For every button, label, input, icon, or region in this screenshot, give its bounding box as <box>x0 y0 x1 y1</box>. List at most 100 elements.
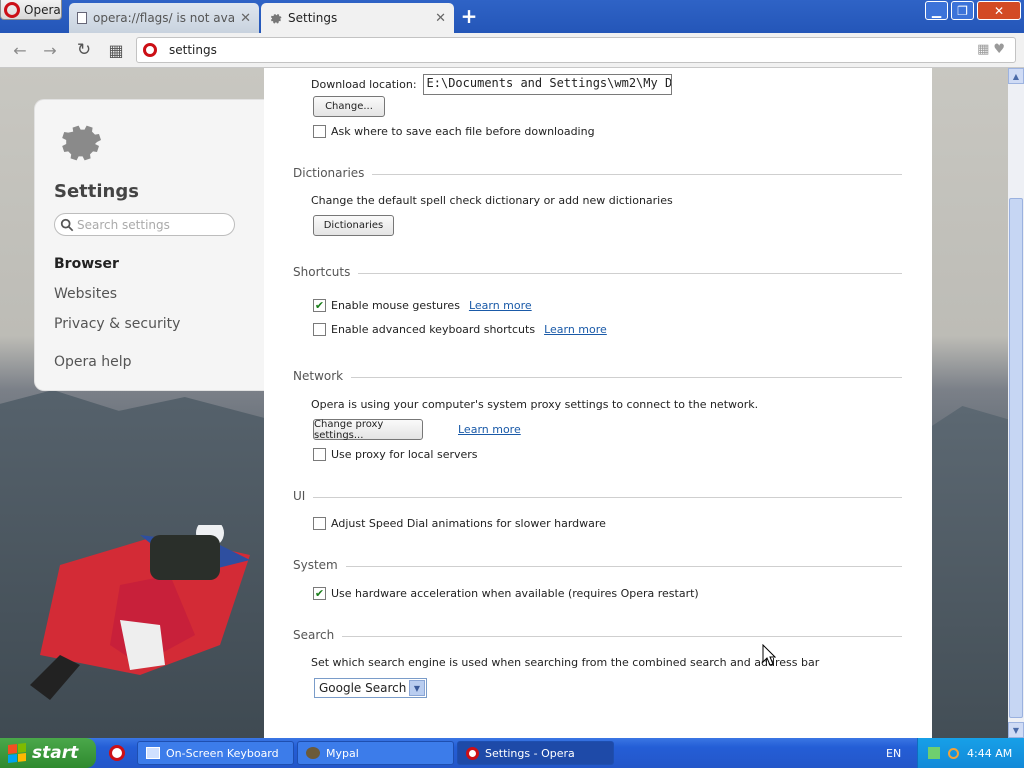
quicklaunch-opera-icon[interactable] <box>109 745 125 761</box>
section-title-system: System <box>293 558 346 572</box>
window-close-button[interactable]: ✕ <box>977 1 1021 20</box>
dictionaries-button[interactable]: Dictionaries <box>313 215 394 236</box>
speed-dial-anim-label: Adjust Speed Dial animations for slower … <box>331 517 606 530</box>
keyboard-shortcuts-label: Enable advanced keyboard shortcuts <box>331 323 536 336</box>
local-proxy-row[interactable]: Use proxy for local servers <box>313 448 478 461</box>
mouse-gestures-checkbox[interactable]: ✔ <box>313 299 326 312</box>
scroll-down-button[interactable]: ▼ <box>1008 722 1024 738</box>
local-proxy-label: Use proxy for local servers <box>331 448 478 461</box>
sidebar-title: Settings <box>54 181 139 202</box>
toolbar: ← → ↻ ▦ settings ▦♥ <box>0 33 1024 68</box>
keyboard-shortcuts-row[interactable]: Enable advanced keyboard shortcuts Learn… <box>313 323 607 336</box>
search-settings-field[interactable] <box>54 213 235 236</box>
change-proxy-button[interactable]: Change proxy settings... <box>313 419 423 441</box>
divider <box>293 566 902 567</box>
tab-flags-label: opera://flags/ is not avail <box>93 11 235 25</box>
dictionaries-description: Change the default spell check dictionar… <box>311 194 673 207</box>
proxy-learn-more-link[interactable]: Learn more <box>458 423 521 436</box>
maximize-button[interactable]: ❐ <box>951 1 974 20</box>
speed-dial-anim-row[interactable]: Adjust Speed Dial animations for slower … <box>313 517 606 530</box>
local-proxy-checkbox[interactable] <box>313 448 326 461</box>
speed-dial-anim-checkbox[interactable] <box>313 517 326 530</box>
start-button[interactable]: start <box>0 738 96 768</box>
start-label: start <box>32 743 79 763</box>
divider <box>293 174 902 175</box>
settings-gear-icon <box>62 125 101 161</box>
new-tab-button[interactable]: + <box>459 6 479 26</box>
section-title-dictionaries: Dictionaries <box>293 166 373 180</box>
scroll-up-button[interactable]: ▲ <box>1008 68 1024 84</box>
tab-settings-close-icon[interactable]: ✕ <box>435 11 446 26</box>
settings-content: Download location: E:\Documents and Sett… <box>264 68 932 738</box>
page-icon <box>77 12 87 24</box>
keyboard-shortcuts-checkbox[interactable] <box>313 323 326 336</box>
hw-accel-row[interactable]: ✔ Use hardware acceleration when availab… <box>313 587 699 600</box>
clock[interactable]: 4:44 AM <box>967 747 1012 760</box>
vertical-scrollbar[interactable]: ▲ ▼ <box>1008 68 1024 738</box>
tab-flags-close-icon[interactable]: ✕ <box>240 11 251 26</box>
opera-menu-label: Opera <box>24 2 61 17</box>
network-tray-icon[interactable] <box>928 747 940 759</box>
download-location-label: Download location: <box>311 78 417 91</box>
taskbar-item-opera[interactable]: Settings - Opera <box>457 741 614 765</box>
sidebar-item-websites[interactable]: Websites <box>54 286 117 302</box>
address-bar[interactable]: settings ▦♥ <box>136 37 1016 63</box>
stash-heart-icon[interactable]: ▦♥ <box>977 42 1009 57</box>
taskbar-item-label: Mypal <box>326 746 359 760</box>
search-description: Set which search engine is used when sea… <box>311 656 820 669</box>
mouse-gestures-row[interactable]: ✔ Enable mouse gestures Learn more <box>313 299 532 312</box>
taskbar: start On-Screen Keyboard Mypal Settings … <box>0 738 1024 768</box>
tab-strip: Opera opera://flags/ is not avail ✕ Sett… <box>0 0 1024 33</box>
mouse-cursor-icon <box>762 644 776 666</box>
forward-button[interactable]: → <box>38 38 62 62</box>
hw-accel-label: Use hardware acceleration when available… <box>331 587 699 600</box>
proxy-learn-more-row[interactable]: Learn more <box>458 423 521 436</box>
section-title-search: Search <box>293 628 343 642</box>
search-tray-icon[interactable] <box>948 747 959 759</box>
ask-save-checkbox[interactable] <box>313 125 326 138</box>
taskbar-item-label: On-Screen Keyboard <box>166 746 279 760</box>
language-indicator[interactable]: EN <box>886 747 901 760</box>
tab-settings-label: Settings <box>288 11 338 25</box>
tab-settings[interactable]: Settings ✕ <box>261 3 454 33</box>
divider <box>293 497 902 498</box>
taskbar-item-mypal[interactable]: Mypal <box>297 741 454 765</box>
sidebar-item-privacy[interactable]: Privacy & security <box>54 316 180 332</box>
sidebar-item-browser[interactable]: Browser <box>54 256 119 272</box>
opera-menu-button[interactable]: Opera <box>0 0 62 20</box>
speed-dial-button[interactable]: ▦ <box>104 38 128 62</box>
scroll-thumb[interactable] <box>1009 198 1023 718</box>
address-text[interactable]: settings <box>169 43 217 57</box>
opera-logo-icon <box>4 1 20 18</box>
search-engine-select[interactable]: Google Search ▼ <box>314 678 427 698</box>
sidebar-item-help[interactable]: Opera help <box>54 354 132 370</box>
download-location-field[interactable]: E:\Documents and Settings\wm2\My Documen… <box>422 74 672 95</box>
ask-save-label: Ask where to save each file before downl… <box>331 125 595 138</box>
keyboard-icon <box>146 747 160 759</box>
keyboard-shortcuts-learn-more-link[interactable]: Learn more <box>544 323 607 336</box>
section-title-network: Network <box>293 369 352 383</box>
minimize-button[interactable]: ▁ <box>925 1 948 20</box>
divider <box>293 273 902 274</box>
chevron-down-icon[interactable]: ▼ <box>409 680 425 696</box>
mouse-gestures-learn-more-link[interactable]: Learn more <box>469 299 532 312</box>
search-settings-input[interactable] <box>77 217 227 233</box>
download-location-row: Download location: E:\Documents and Sett… <box>311 74 672 95</box>
search-engine-value: Google Search <box>319 681 407 695</box>
hw-accel-checkbox[interactable]: ✔ <box>313 587 326 600</box>
back-button[interactable]: ← <box>8 38 32 62</box>
divider <box>293 636 902 637</box>
windows-logo-icon <box>8 743 26 763</box>
system-tray: 4:44 AM <box>917 738 1024 768</box>
network-description: Opera is using your computer's system pr… <box>311 398 759 411</box>
tab-flags[interactable]: opera://flags/ is not avail ✕ <box>69 3 259 33</box>
reload-button[interactable]: ↻ <box>72 38 96 62</box>
search-icon <box>60 218 74 232</box>
ask-save-row[interactable]: Ask where to save each file before downl… <box>313 125 595 138</box>
section-title-ui: UI <box>293 489 314 503</box>
taskbar-item-onscreen-keyboard[interactable]: On-Screen Keyboard <box>137 741 294 765</box>
mouse-gestures-label: Enable mouse gestures <box>331 299 460 312</box>
change-download-button[interactable]: Change... <box>313 96 385 117</box>
section-title-shortcuts: Shortcuts <box>293 265 359 279</box>
opera-icon <box>466 746 479 760</box>
